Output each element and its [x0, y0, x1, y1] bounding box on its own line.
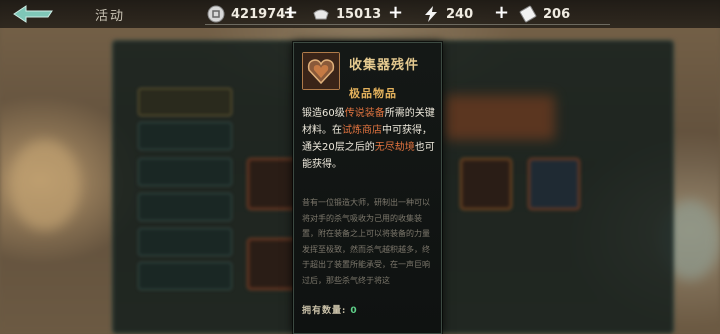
reward-card[interactable] [247, 158, 299, 210]
desc-text: 锻造60级 [302, 108, 345, 119]
heart-gem-icon [303, 53, 339, 89]
item-icon [302, 52, 340, 90]
item-tooltip: 收集器残件 极品物品 锻造60级传说装备所需的关键材料。在试炼商店中可获得，通关… [293, 42, 442, 334]
side-tab-1[interactable] [138, 88, 232, 116]
item-rarity: 极品物品 [349, 87, 397, 100]
side-tab-3[interactable] [138, 158, 232, 186]
page-title: 活动 [95, 9, 126, 24]
stamina-value: 240 [446, 6, 474, 22]
desc-highlight-legendary-gear: 传说装备 [344, 108, 385, 119]
ticket-icon [519, 5, 537, 23]
ingot-resource: 15013 [312, 4, 381, 24]
owned-count: 0 [350, 306, 358, 316]
item-description: 锻造60级传说装备所需的关键材料。在试炼商店中可获得，通关20层之后的无尽劫境也… [302, 105, 436, 173]
side-tab-6[interactable] [138, 262, 232, 290]
reward-card[interactable] [247, 238, 299, 290]
silver-resource: 4219741 [207, 4, 294, 24]
ingot-value: 15013 [336, 6, 382, 22]
back-arrow-icon [13, 5, 53, 23]
side-tab-4[interactable] [138, 193, 232, 221]
owned-label: 拥有数量: [302, 306, 347, 316]
reward-card[interactable] [460, 158, 512, 210]
reward-card[interactable] [528, 158, 580, 210]
item-name: 收集器残件 [349, 58, 420, 73]
silver-coin-icon [207, 5, 225, 23]
resource-divider [205, 24, 610, 25]
back-button[interactable] [12, 4, 56, 24]
add-silver-button[interactable]: + [283, 3, 298, 23]
side-tab-2[interactable] [138, 122, 232, 150]
add-stamina-button[interactable]: + [494, 3, 509, 23]
add-ingot-button[interactable]: + [388, 3, 403, 23]
item-lore: 昔有一位锻造大师，研制出一种可以将对手的杀气吸收为己用的收集装置，附在装备之上可… [302, 198, 430, 285]
banner-image [445, 95, 555, 140]
ticket-resource: 206 [519, 4, 570, 24]
owned-count-row: 拥有数量: 0 [302, 303, 436, 316]
lightning-icon [422, 5, 440, 23]
ingot-icon [312, 5, 330, 23]
ticket-value: 206 [543, 6, 571, 22]
stamina-resource: 240 [422, 4, 473, 24]
background-figure-left [10, 140, 80, 230]
desc-highlight-endless-realm: 无尽劫境 [374, 142, 415, 153]
side-tab-5[interactable] [138, 228, 232, 256]
top-bar: 活动 4219741 + 15013 + 240 + 206 [0, 0, 720, 28]
desc-highlight-trial-shop: 试炼商店 [342, 125, 382, 136]
